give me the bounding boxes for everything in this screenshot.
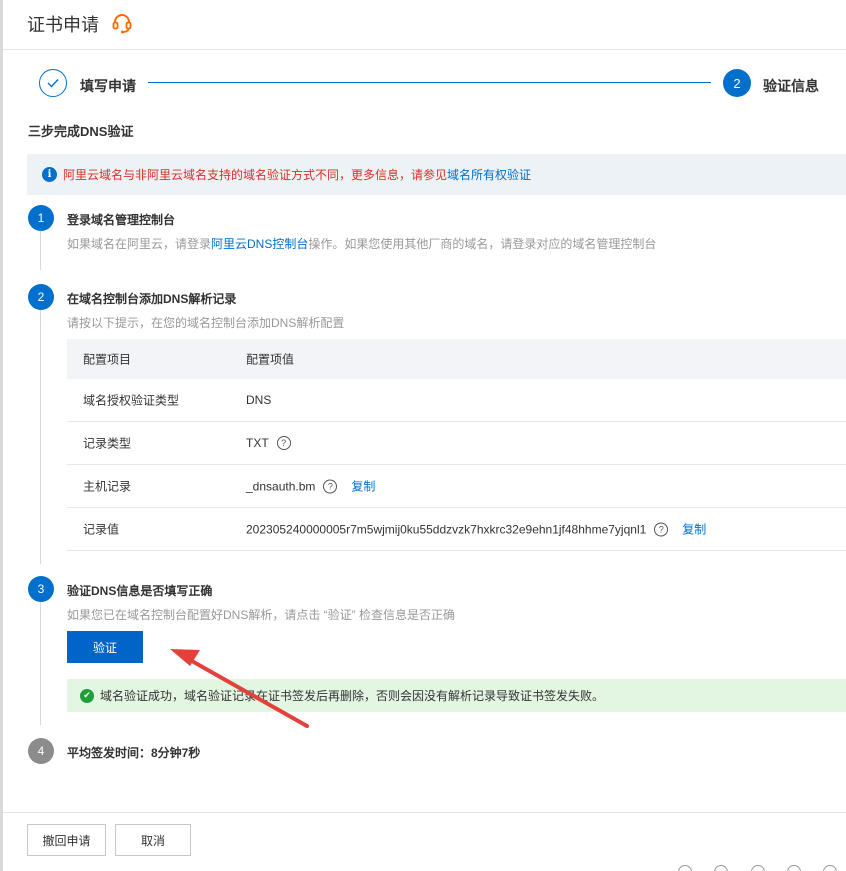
verify-type-value: DNS xyxy=(246,393,272,407)
step-1-label: 填写申请 xyxy=(80,78,136,94)
record-type-value: TXT xyxy=(246,436,269,450)
row-value: DNS xyxy=(246,393,271,407)
step-connector xyxy=(148,82,711,83)
help-icon[interactable]: ? xyxy=(654,522,669,536)
headset-support-icon[interactable] xyxy=(110,11,134,35)
step-number-4: 4 xyxy=(28,738,54,764)
table-row: 主机记录 _dnsauth.bm? 复制 xyxy=(67,465,846,508)
left-edge xyxy=(0,0,3,871)
table-row: 记录值 202305240000005r7m5wjmij0ku55ddzvzk7… xyxy=(67,508,846,551)
domain-ownership-link[interactable]: 域名所有权验证 xyxy=(447,166,531,183)
page-header: 证书申请 xyxy=(3,0,846,50)
help-icon[interactable]: ? xyxy=(323,479,338,493)
step-3-description: 如果您已在域名控制台配置好DNS解析，请点击 “验证” 检查信息是否正确 xyxy=(67,608,455,622)
timeline-line xyxy=(40,230,41,270)
step-progress: 填写申请 2 验证信息 xyxy=(3,52,846,116)
alidns-console-link[interactable]: 阿里云DNS控制台 xyxy=(211,237,308,251)
table-row: 域名授权验证类型 DNS xyxy=(67,379,846,422)
step-2-title: 在域名控制台添加DNS解析记录 xyxy=(67,292,237,306)
step-number-3: 3 xyxy=(28,576,54,602)
revoke-application-button[interactable]: 撤回申请 xyxy=(27,824,106,856)
footer-actions: 撤回申请 取消 xyxy=(3,812,846,871)
info-text: 阿里云域名与非阿里云域名支持的域名验证方式不同，更多信息，请参见 xyxy=(63,168,448,182)
step-1-desc-prefix: 如果域名在阿里云，请登录 xyxy=(67,237,212,251)
info-icon: i xyxy=(42,167,57,182)
row-value: 202305240000005r7m5wjmij0ku55ddzvzk7hxkr… xyxy=(246,521,706,538)
step-1-description: 如果域名在阿里云，请登录阿里云DNS控制台操作。如果您使用其他厂商的域名，请登录… xyxy=(67,235,656,252)
host-record-value: _dnsauth.bm xyxy=(246,479,316,493)
timeline-line xyxy=(40,309,41,564)
dns-config-table: 配置项目 配置项值 域名授权验证类型 DNS 记录类型 TXT? 主机记录 _d… xyxy=(67,339,846,551)
info-alert: i 阿里云域名与非阿里云域名支持的域名验证方式不同，更多信息，请参见 域名所有权… xyxy=(27,154,846,195)
success-text: 域名验证成功，域名验证记录在证书签发后再删除，否则会因没有解析记录导致证书签发失… xyxy=(100,689,605,703)
row-value: TXT? xyxy=(246,436,291,450)
step-number-1: 1 xyxy=(28,205,54,231)
step-1-desc-suffix: 操作。如果您使用其他厂商的域名，请登录对应的域名管理控制台 xyxy=(308,237,657,251)
step-3-title: 验证DNS信息是否填写正确 xyxy=(67,584,213,598)
help-icon[interactable]: ? xyxy=(276,436,291,450)
step-2-description: 请按以下提示，在您的域名控制台添加DNS解析配置 xyxy=(67,316,345,330)
table-header-row: 配置项目 配置项值 xyxy=(67,339,846,379)
table-row: 记录类型 TXT? xyxy=(67,422,846,465)
step-1-done-indicator xyxy=(39,69,67,97)
step-4-title: 平均签发时间：8分钟7秒 xyxy=(67,746,201,760)
section-title: 三步完成DNS验证 xyxy=(28,124,134,139)
timeline-line xyxy=(40,600,41,725)
copy-host-record-button[interactable]: 复制 xyxy=(351,478,375,495)
success-check-icon: ✔ xyxy=(80,688,94,703)
page-title: 证书申请 xyxy=(27,15,99,35)
row-key: 记录值 xyxy=(83,522,120,537)
step-2-number: 2 xyxy=(723,69,751,97)
column-header-item: 配置项目 xyxy=(83,352,132,367)
row-key: 主机记录 xyxy=(83,479,132,494)
step-2-label: 验证信息 xyxy=(763,78,819,94)
step-1-title: 登录域名管理控制台 xyxy=(67,213,176,227)
row-value: _dnsauth.bm? 复制 xyxy=(246,478,375,495)
record-value-text: 202305240000005r7m5wjmij0ku55ddzvzk7hxkr… xyxy=(246,522,647,536)
step-number-2: 2 xyxy=(28,284,54,310)
column-header-value: 配置项值 xyxy=(246,352,295,367)
row-key: 记录类型 xyxy=(83,436,132,451)
copy-record-value-button[interactable]: 复制 xyxy=(682,521,706,538)
verify-button[interactable]: 验证 xyxy=(67,631,143,663)
success-alert: ✔ 域名验证成功，域名验证记录在证书签发后再删除，否则会因没有解析记录导致证书签… xyxy=(67,679,846,712)
cancel-button[interactable]: 取消 xyxy=(115,824,191,856)
row-key: 域名授权验证类型 xyxy=(83,393,180,408)
check-icon xyxy=(47,79,59,88)
